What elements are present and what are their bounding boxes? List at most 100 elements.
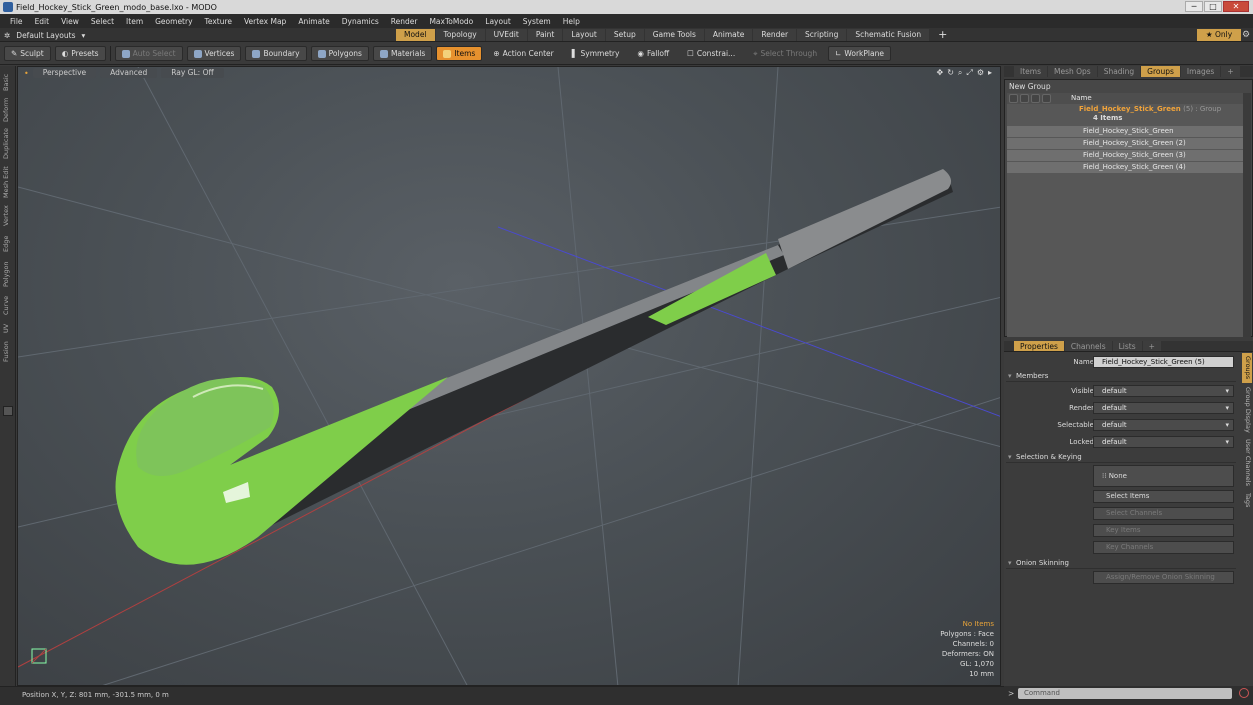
- side-tab-groups[interactable]: Groups: [1242, 353, 1252, 383]
- record-icon[interactable]: [1239, 688, 1249, 698]
- tab-topology[interactable]: Topology: [435, 29, 485, 41]
- default-layouts-dropdown[interactable]: ✲ Default Layouts ▾: [4, 29, 85, 41]
- new-group-button[interactable]: New Group: [1007, 82, 1057, 91]
- tab-basic[interactable]: Basic: [2, 70, 14, 94]
- menu-view[interactable]: View: [55, 17, 85, 26]
- tab-uv[interactable]: UV: [2, 320, 14, 336]
- materials-button[interactable]: Materials: [372, 46, 433, 61]
- tab-scripting[interactable]: Scripting: [797, 29, 847, 41]
- tree-item[interactable]: Field_Hockey_Stick_Green (2): [1007, 138, 1243, 149]
- menu-file[interactable]: File: [4, 17, 29, 26]
- side-tab-user-channels[interactable]: User Channels: [1242, 437, 1252, 487]
- tab-duplicate[interactable]: Duplicate: [2, 126, 14, 162]
- menu-system[interactable]: System: [517, 17, 557, 26]
- maximize-button[interactable]: □: [1204, 1, 1222, 12]
- sculpt-button[interactable]: ✎ Sculpt: [4, 46, 51, 61]
- perspective-button[interactable]: Perspective: [32, 68, 97, 78]
- tab-setup[interactable]: Setup: [605, 29, 644, 41]
- key-channels-button[interactable]: Key Channels: [1093, 541, 1234, 554]
- lock-icon[interactable]: [1042, 94, 1051, 103]
- tab-uvedit[interactable]: UVEdit: [485, 29, 527, 41]
- menu-item[interactable]: Item: [120, 17, 149, 26]
- selectable-select[interactable]: default ▾: [1093, 419, 1234, 431]
- side-tab-group-display[interactable]: Group Display: [1242, 387, 1252, 433]
- menu-render[interactable]: Render: [385, 17, 424, 26]
- minimize-button[interactable]: ─: [1185, 1, 1203, 12]
- menu-help[interactable]: Help: [557, 17, 586, 26]
- members-section[interactable]: Members: [1006, 371, 1236, 382]
- name-field[interactable]: Field_Hockey_Stick_Green (5): [1093, 356, 1234, 368]
- tab-mesh-ops[interactable]: Mesh Ops: [1047, 66, 1097, 77]
- presets-button[interactable]: ◐ Presets: [54, 46, 106, 61]
- only-toggle-button[interactable]: ★ Only: [1197, 29, 1241, 41]
- falloff-button[interactable]: ◉ Falloff: [630, 46, 676, 61]
- select-icon[interactable]: [1031, 94, 1040, 103]
- menu-layout[interactable]: Layout: [479, 17, 517, 26]
- add-layout-tab-button[interactable]: +: [930, 29, 955, 41]
- tab-model[interactable]: Model: [396, 29, 435, 41]
- rotate-icon[interactable]: ↻: [947, 68, 954, 78]
- constrain-button[interactable]: ☐ Constrai...: [680, 46, 742, 61]
- 3d-viewport[interactable]: • Perspective Advanced Ray GL: Off ✥ ↻ ⌕…: [17, 66, 1001, 686]
- menu-dynamics[interactable]: Dynamics: [336, 17, 385, 26]
- vertices-button[interactable]: Vertices: [186, 46, 242, 61]
- tab-layout[interactable]: Layout: [563, 29, 605, 41]
- action-center-button[interactable]: ⊕ Action Center: [486, 46, 560, 61]
- tab-mesh-edit[interactable]: Mesh Edit: [2, 164, 14, 200]
- key-items-button[interactable]: Key Items: [1093, 524, 1234, 537]
- toggle-panel-icon[interactable]: [3, 406, 13, 416]
- select-through-button[interactable]: ⌖ Select Through: [746, 46, 824, 61]
- tab-paint[interactable]: Paint: [527, 29, 563, 41]
- tab-edge[interactable]: Edge: [2, 232, 14, 256]
- tree-item[interactable]: Field_Hockey_Stick_Green (3): [1007, 150, 1243, 161]
- menu-geometry[interactable]: Geometry: [149, 17, 198, 26]
- tab-vertex[interactable]: Vertex: [2, 202, 14, 230]
- tree-item[interactable]: Field_Hockey_Stick_Green: [1007, 126, 1243, 137]
- render-icon[interactable]: [1020, 94, 1029, 103]
- visible-select[interactable]: default ▾: [1093, 385, 1234, 397]
- advanced-button[interactable]: Advanced: [100, 68, 158, 78]
- tab-items[interactable]: Items: [1014, 66, 1047, 77]
- close-button[interactable]: ✕: [1223, 1, 1249, 12]
- symmetry-button[interactable]: ▌ Symmetry: [565, 46, 627, 61]
- auto-select-button[interactable]: Auto Select: [114, 46, 183, 61]
- select-items-button[interactable]: Select Items: [1093, 490, 1234, 503]
- group-row[interactable]: Field_Hockey_Stick_Green (5) : Group 4 I…: [1007, 104, 1243, 124]
- add-tab-button[interactable]: +: [1221, 66, 1240, 77]
- side-tab-tags[interactable]: Tags: [1242, 491, 1252, 509]
- tab-animate[interactable]: Animate: [704, 29, 753, 41]
- tab-render[interactable]: Render: [753, 29, 797, 41]
- tab-groups[interactable]: Groups: [1141, 66, 1180, 77]
- menu-edit[interactable]: Edit: [29, 17, 56, 26]
- select-channels-button[interactable]: Select Channels: [1093, 507, 1234, 520]
- settings-icon[interactable]: ⚙: [977, 68, 984, 78]
- tree-item[interactable]: Field_Hockey_Stick_Green (4): [1007, 162, 1243, 173]
- command-input[interactable]: Command: [1018, 688, 1232, 699]
- none-button[interactable]: ⁞⁞ None: [1093, 465, 1234, 487]
- fit-icon[interactable]: ⤢: [966, 68, 972, 78]
- viewport-menu-dot-icon[interactable]: •: [24, 69, 29, 78]
- eye-icon[interactable]: [1009, 94, 1018, 103]
- selection-keying-section[interactable]: Selection & Keying: [1006, 452, 1236, 463]
- locked-select[interactable]: default ▾: [1093, 436, 1234, 448]
- menu-animate[interactable]: Animate: [292, 17, 335, 26]
- menu-maxtomodo[interactable]: MaxToModo: [423, 17, 479, 26]
- items-button[interactable]: Items: [436, 46, 483, 61]
- tab-shading[interactable]: Shading: [1097, 66, 1141, 77]
- menu-select[interactable]: Select: [85, 17, 120, 26]
- gear-icon[interactable]: ⚙: [1242, 29, 1251, 41]
- tree-scrollbar[interactable]: [1243, 93, 1251, 337]
- ray-gl-button[interactable]: Ray GL: Off: [161, 68, 224, 78]
- pan-icon[interactable]: ✥: [937, 68, 944, 78]
- tab-game-tools[interactable]: Game Tools: [644, 29, 704, 41]
- boundary-button[interactable]: Boundary: [245, 46, 307, 61]
- onion-skinning-section[interactable]: Onion Skinning: [1006, 558, 1236, 569]
- menu-texture[interactable]: Texture: [199, 17, 238, 26]
- assign-onion-skinning-button[interactable]: Assign/Remove Onion Skinning: [1093, 571, 1234, 584]
- workplane-button[interactable]: ∟ WorkPlane: [828, 46, 891, 61]
- render-select[interactable]: default ▾: [1093, 402, 1234, 414]
- tab-polygon[interactable]: Polygon: [2, 258, 14, 290]
- menu-vertex-map[interactable]: Vertex Map: [238, 17, 292, 26]
- tab-deform[interactable]: Deform: [2, 96, 14, 124]
- tab-images[interactable]: Images: [1180, 66, 1221, 77]
